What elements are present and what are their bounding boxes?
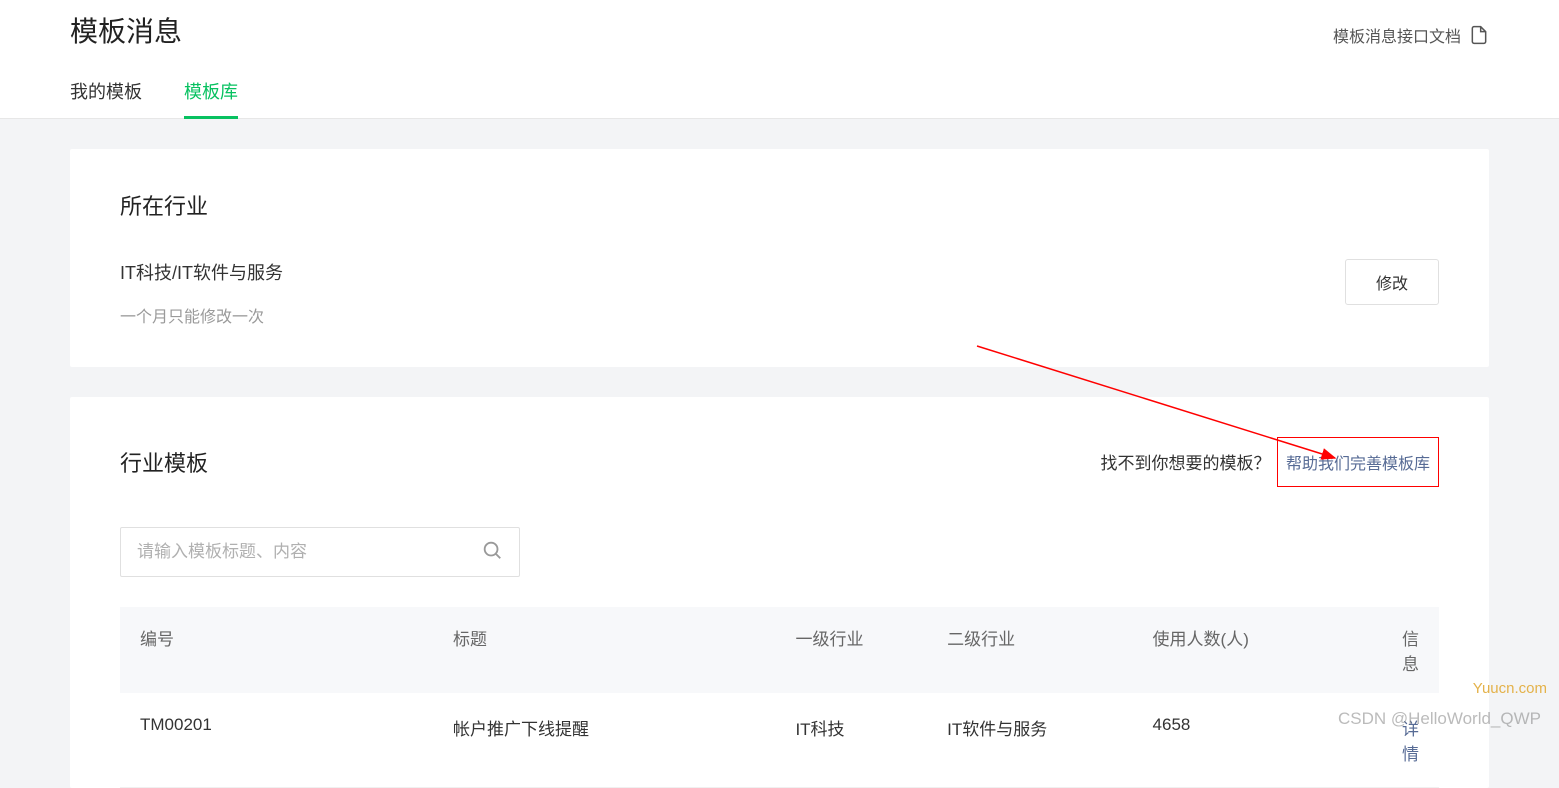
table-header-row: 编号 标题 一级行业 二级行业 使用人数(人) 信息: [120, 607, 1439, 693]
modify-button[interactable]: 修改: [1345, 259, 1439, 305]
col-header-title: 标题: [453, 625, 795, 675]
templates-card: 行业模板 找不到你想要的模板？ 帮助我们完善模板库 编号 标题 一级行业 二级行…: [70, 397, 1489, 788]
tab-template-library[interactable]: 模板库: [184, 70, 238, 118]
page-header: 模板消息 模板消息接口文档: [0, 0, 1559, 70]
search-input[interactable]: [137, 542, 481, 562]
tab-my-templates[interactable]: 我的模板: [70, 70, 142, 118]
tabs: 我的模板 模板库: [0, 70, 1559, 119]
api-doc-link-label: 模板消息接口文档: [1333, 23, 1461, 47]
document-icon: [1469, 25, 1489, 45]
templates-section-title: 行业模板: [120, 446, 208, 478]
cell-id: TM00201: [140, 715, 453, 765]
api-doc-link[interactable]: 模板消息接口文档: [1333, 23, 1489, 47]
col-header-users: 使用人数(人): [1153, 625, 1402, 675]
cell-industry2: IT软件与服务: [947, 715, 1152, 765]
industry-note: 一个月只能修改一次: [120, 303, 283, 327]
cell-industry1: IT科技: [795, 715, 947, 765]
cell-title: 帐户推广下线提醒: [453, 715, 795, 765]
help-prompt: 找不到你想要的模板？: [1101, 454, 1271, 473]
table-row: TM00201 帐户推广下线提醒 IT科技 IT软件与服务 4658 详情: [120, 693, 1439, 788]
search-box: [120, 527, 520, 577]
industry-value: IT科技/IT软件与服务: [120, 259, 283, 285]
col-header-info: 信息: [1402, 625, 1419, 675]
industry-card: 所在行业 IT科技/IT软件与服务 一个月只能修改一次 修改: [70, 149, 1489, 367]
site-watermark: Yuucn.com: [1473, 680, 1547, 697]
page-title: 模板消息: [70, 0, 182, 70]
csdn-watermark: CSDN @HelloWorld_QWP: [1338, 709, 1541, 729]
col-header-id: 编号: [140, 625, 453, 675]
search-icon[interactable]: [481, 539, 503, 566]
help-improve-link[interactable]: 帮助我们完善模板库: [1277, 437, 1439, 487]
industry-section-title: 所在行业: [120, 189, 1439, 221]
templates-table: 编号 标题 一级行业 二级行业 使用人数(人) 信息 TM00201 帐户推广下…: [120, 607, 1439, 788]
col-header-industry2: 二级行业: [947, 625, 1152, 675]
col-header-industry1: 一级行业: [795, 625, 947, 675]
